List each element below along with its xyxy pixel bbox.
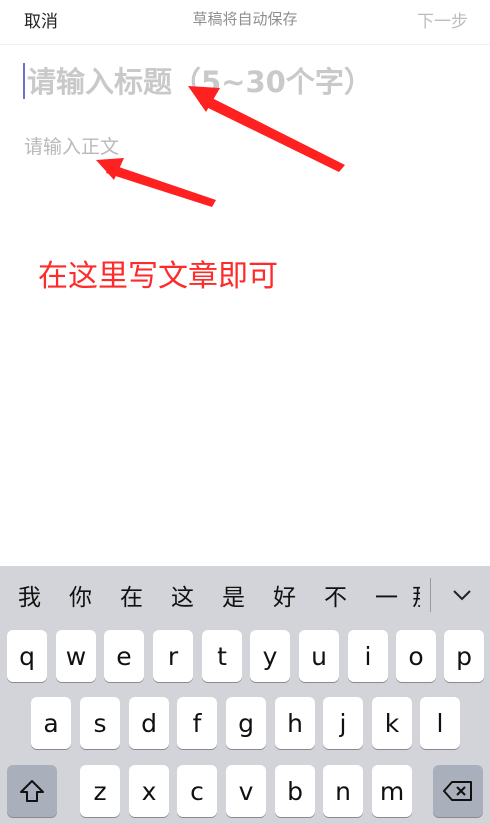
key-d[interactable]: d bbox=[129, 697, 169, 749]
key-t[interactable]: t bbox=[202, 630, 242, 682]
key-y[interactable]: y bbox=[250, 630, 290, 682]
key-a[interactable]: a bbox=[31, 697, 71, 749]
candidate-word[interactable]: 那 bbox=[412, 578, 420, 612]
chevron-down-icon bbox=[453, 590, 471, 601]
key-f[interactable]: f bbox=[177, 697, 217, 749]
key-j[interactable]: j bbox=[323, 697, 363, 749]
key-c[interactable]: c bbox=[177, 765, 217, 817]
delete-key[interactable] bbox=[433, 765, 483, 817]
body-arrow-icon bbox=[96, 158, 216, 207]
candidate-word[interactable]: 是 bbox=[208, 578, 259, 612]
candidate-word[interactable]: 你 bbox=[55, 578, 106, 612]
title-arrow-icon bbox=[188, 86, 345, 172]
key-v[interactable]: v bbox=[226, 765, 266, 817]
candidate-word[interactable]: 一 bbox=[361, 578, 412, 612]
key-s[interactable]: s bbox=[80, 697, 120, 749]
key-o[interactable]: o bbox=[396, 630, 436, 682]
candidate-word[interactable]: 在 bbox=[106, 578, 157, 612]
key-w[interactable]: w bbox=[56, 630, 96, 682]
key-n[interactable]: n bbox=[323, 765, 363, 817]
key-z[interactable]: z bbox=[80, 765, 120, 817]
candidate-bar: 我 你 在 这 是 好 不 一 那 bbox=[0, 566, 490, 624]
key-x[interactable]: x bbox=[129, 765, 169, 817]
key-h[interactable]: h bbox=[275, 697, 315, 749]
candidate-word[interactable]: 这 bbox=[157, 578, 208, 612]
key-u[interactable]: u bbox=[299, 630, 339, 682]
key-k[interactable]: k bbox=[372, 697, 412, 749]
backspace-icon bbox=[443, 781, 472, 801]
shift-key[interactable] bbox=[7, 765, 57, 817]
keyboard: 我 你 在 这 是 好 不 一 那 q w e r t y u i o p a … bbox=[0, 566, 490, 824]
key-e[interactable]: e bbox=[104, 630, 144, 682]
candidate-word[interactable]: 我 bbox=[4, 578, 55, 612]
key-i[interactable]: i bbox=[348, 630, 388, 682]
candidate-word[interactable]: 不 bbox=[310, 578, 361, 612]
key-b[interactable]: b bbox=[275, 765, 315, 817]
key-m[interactable]: m bbox=[372, 765, 412, 817]
key-l[interactable]: l bbox=[420, 697, 460, 749]
key-g[interactable]: g bbox=[226, 697, 266, 749]
key-q[interactable]: q bbox=[7, 630, 47, 682]
key-p[interactable]: p bbox=[444, 630, 484, 682]
candidate-word[interactable]: 好 bbox=[259, 578, 310, 612]
collapse-candidates-button[interactable] bbox=[444, 578, 480, 612]
annotation-note: 在这里写文章即可 bbox=[38, 259, 278, 294]
key-r[interactable]: r bbox=[153, 630, 193, 682]
shift-arrow-icon bbox=[20, 780, 44, 802]
candidate-divider bbox=[430, 578, 431, 612]
